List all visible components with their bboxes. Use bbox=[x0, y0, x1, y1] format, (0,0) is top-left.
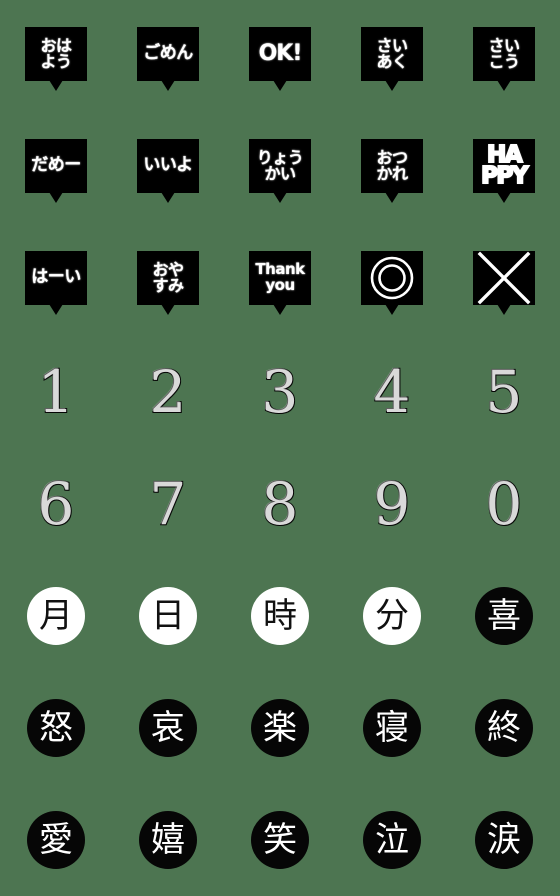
sticker-number-9[interactable]: 9 bbox=[373, 474, 412, 534]
sticker-cell[interactable]: 1 bbox=[0, 336, 112, 448]
sticker-dame[interactable]: だめー bbox=[25, 139, 87, 193]
sticker-saiaku[interactable]: さい あく bbox=[361, 27, 423, 81]
sticker-kanji-ai-sorrow[interactable]: 哀 bbox=[139, 699, 197, 757]
sticker-cell[interactable]: おつ かれ bbox=[336, 112, 448, 224]
sticker-kanji-hi[interactable]: 日 bbox=[139, 587, 197, 645]
sticker-number-0[interactable]: 0 bbox=[485, 474, 524, 534]
sticker-kanji-do[interactable]: 怒 bbox=[27, 699, 85, 757]
sticker-cell[interactable]: 2 bbox=[112, 336, 224, 448]
sticker-cell[interactable]: 寝 bbox=[336, 672, 448, 784]
sticker-number-6[interactable]: 6 bbox=[37, 474, 76, 534]
sticker-cell[interactable]: Thank you bbox=[224, 224, 336, 336]
sticker-cell[interactable]: 月 bbox=[0, 560, 112, 672]
sticker-label: HA PPY bbox=[480, 141, 529, 189]
sticker-kanji-naki[interactable]: 泣 bbox=[363, 811, 421, 869]
sticker-cell[interactable]: 哀 bbox=[112, 672, 224, 784]
sticker-number-5[interactable]: 5 bbox=[485, 362, 524, 422]
sticker-label: おや すみ bbox=[152, 259, 184, 295]
sticker-kanji-shuu[interactable]: 終 bbox=[475, 699, 533, 757]
sticker-kanji-fun[interactable]: 分 bbox=[363, 587, 421, 645]
sticker-cell[interactable]: 日 bbox=[112, 560, 224, 672]
sticker-kanji-ne[interactable]: 寝 bbox=[363, 699, 421, 757]
cross-icon bbox=[477, 251, 531, 305]
sticker-cell[interactable] bbox=[336, 224, 448, 336]
sticker-kanji-raku[interactable]: 楽 bbox=[251, 699, 309, 757]
sticker-cell[interactable]: さい あく bbox=[336, 0, 448, 112]
sticker-cell[interactable]: 時 bbox=[224, 560, 336, 672]
sticker-cell[interactable]: 終 bbox=[448, 672, 560, 784]
sticker-cell[interactable]: いいよ bbox=[112, 112, 224, 224]
sticker-label: いいよ bbox=[143, 155, 193, 176]
sticker-cell[interactable]: 楽 bbox=[224, 672, 336, 784]
sticker-number-1[interactable]: 1 bbox=[37, 362, 76, 422]
sticker-cell[interactable]: さい こう bbox=[448, 0, 560, 112]
sticker-kanji-warai[interactable]: 笑 bbox=[251, 811, 309, 869]
sticker-cell[interactable]: 分 bbox=[336, 560, 448, 672]
sticker-kanji-ki-glad[interactable]: 嬉 bbox=[139, 811, 197, 869]
sticker-cell[interactable]: 0 bbox=[448, 448, 560, 560]
sticker-cell[interactable]: おは よう bbox=[0, 0, 112, 112]
sticker-cell[interactable]: 笑 bbox=[224, 784, 336, 896]
sticker-label: さい こう bbox=[488, 35, 520, 71]
sticker-ok[interactable]: OK! bbox=[249, 27, 311, 81]
sticker-double-circle[interactable] bbox=[361, 251, 423, 305]
sticker-saikou[interactable]: さい こう bbox=[473, 27, 535, 81]
sticker-happy[interactable]: HA PPY bbox=[473, 139, 535, 193]
sticker-cell[interactable]: 5 bbox=[448, 336, 560, 448]
sticker-cell[interactable]: 喜 bbox=[448, 560, 560, 672]
sticker-cell[interactable]: 嬉 bbox=[112, 784, 224, 896]
sticker-label: Thank you bbox=[255, 260, 305, 294]
sticker-label: はーい bbox=[31, 267, 81, 288]
sticker-cell[interactable]: おや すみ bbox=[112, 224, 224, 336]
sticker-iiyo[interactable]: いいよ bbox=[137, 139, 199, 193]
sticker-number-2[interactable]: 2 bbox=[149, 362, 188, 422]
sticker-ryoukai[interactable]: りょう かい bbox=[249, 139, 311, 193]
sticker-kanji-tsuki[interactable]: 月 bbox=[27, 587, 85, 645]
sticker-label: さい あく bbox=[376, 35, 408, 71]
sticker-haai[interactable]: はーい bbox=[25, 251, 87, 305]
sticker-cell[interactable]: りょう かい bbox=[224, 112, 336, 224]
sticker-cell[interactable]: はーい bbox=[0, 224, 112, 336]
sticker-number-4[interactable]: 4 bbox=[373, 362, 412, 422]
sticker-cell[interactable]: 9 bbox=[336, 448, 448, 560]
sticker-cell[interactable]: OK! bbox=[224, 0, 336, 112]
sticker-cell[interactable]: 4 bbox=[336, 336, 448, 448]
sticker-otsukare[interactable]: おつ かれ bbox=[361, 139, 423, 193]
sticker-kanji-ai-love[interactable]: 愛 bbox=[27, 811, 85, 869]
sticker-cell[interactable]: 6 bbox=[0, 448, 112, 560]
sticker-oyasumi[interactable]: おや すみ bbox=[137, 251, 199, 305]
sticker-label: ごめん bbox=[143, 43, 193, 64]
sticker-grid: おは よう ごめん OK! さい あく さい こうだめー いいよ りょう かい おつ かれ HA… bbox=[0, 0, 560, 896]
sticker-cell[interactable]: 3 bbox=[224, 336, 336, 448]
sticker-number-3[interactable]: 3 bbox=[261, 362, 300, 422]
sticker-gomen[interactable]: ごめん bbox=[137, 27, 199, 81]
sticker-label: おつ かれ bbox=[376, 147, 408, 183]
sticker-label: OK! bbox=[258, 40, 303, 66]
sticker-cell[interactable]: 涙 bbox=[448, 784, 560, 896]
sticker-cross[interactable] bbox=[473, 251, 535, 305]
sticker-cell[interactable]: HA PPY bbox=[448, 112, 560, 224]
sticker-kanji-namida[interactable]: 涙 bbox=[475, 811, 533, 869]
sticker-cell[interactable]: だめー bbox=[0, 112, 112, 224]
sticker-cell[interactable]: 7 bbox=[112, 448, 224, 560]
sticker-cell[interactable]: 怒 bbox=[0, 672, 112, 784]
sticker-kanji-ki[interactable]: 喜 bbox=[475, 587, 533, 645]
sticker-number-8[interactable]: 8 bbox=[261, 474, 300, 534]
sticker-cell[interactable]: 8 bbox=[224, 448, 336, 560]
sticker-cell[interactable]: 愛 bbox=[0, 784, 112, 896]
sticker-label: りょう かい bbox=[256, 147, 304, 183]
sticker-label: おは よう bbox=[40, 35, 72, 71]
sticker-cell[interactable] bbox=[448, 224, 560, 336]
sticker-label: だめー bbox=[31, 155, 81, 176]
sticker-kanji-ji[interactable]: 時 bbox=[251, 587, 309, 645]
sticker-ohayou[interactable]: おは よう bbox=[25, 27, 87, 81]
sticker-cell[interactable]: ごめん bbox=[112, 0, 224, 112]
sticker-number-7[interactable]: 7 bbox=[149, 474, 188, 534]
sticker-cell[interactable]: 泣 bbox=[336, 784, 448, 896]
double-circle-icon bbox=[370, 256, 414, 300]
sticker-thank-you[interactable]: Thank you bbox=[249, 251, 311, 305]
